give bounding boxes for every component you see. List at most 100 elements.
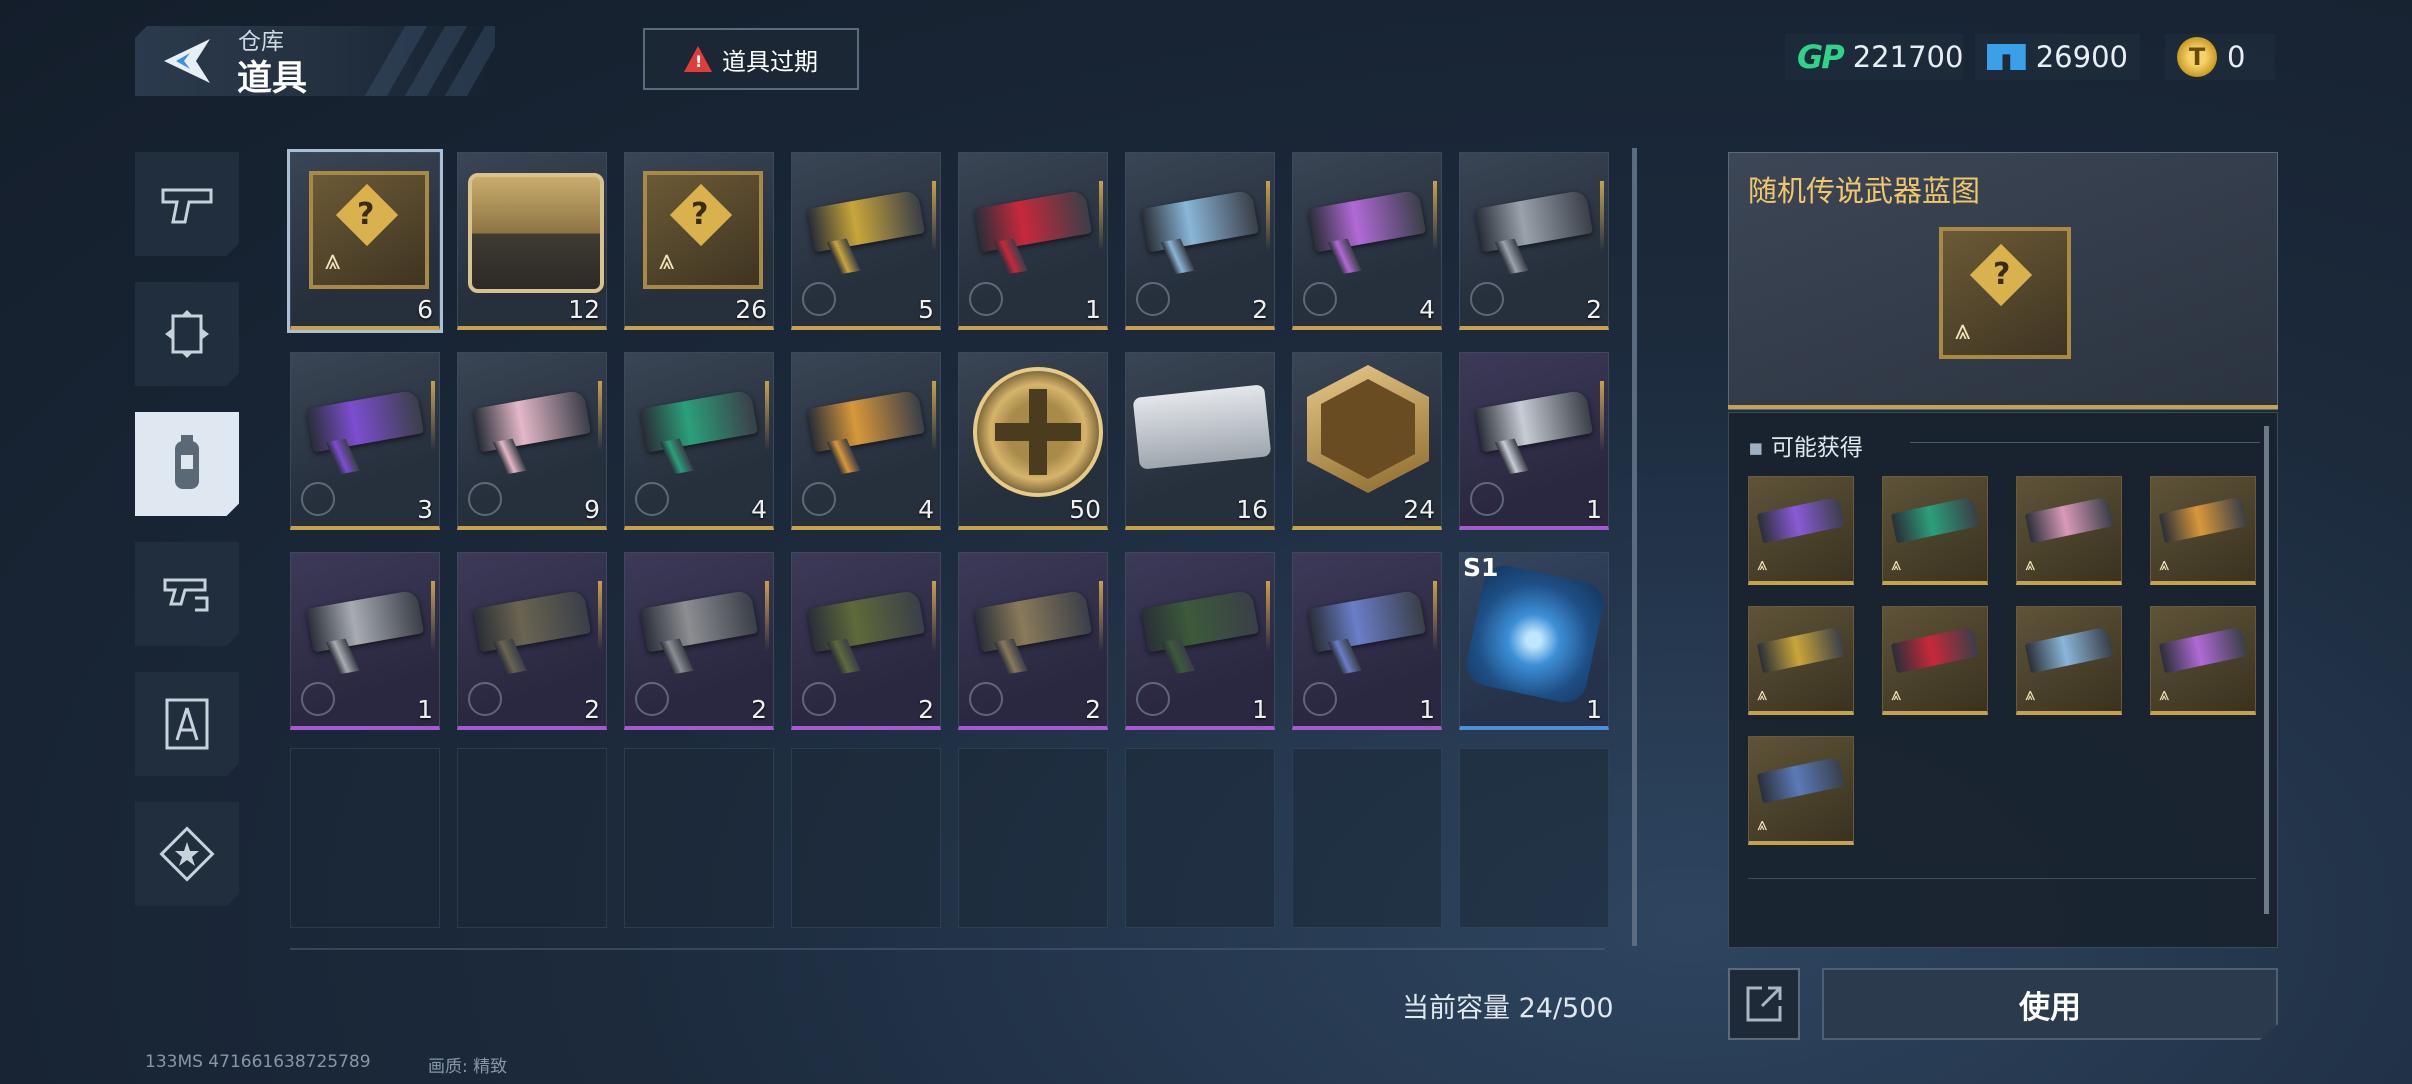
inventory-scrollbar[interactable] (1632, 148, 1637, 946)
sidebar-tab-scroll[interactable] (135, 282, 239, 386)
drops-scrollbar[interactable] (2264, 426, 2269, 914)
possible-drop-item[interactable]: ⩓ (2150, 476, 2256, 585)
inventory-item[interactable]: 24 (1292, 352, 1442, 530)
possible-drop-item[interactable]: ⩓ (1748, 476, 1854, 585)
inventory-item[interactable]: 1 (1125, 552, 1275, 730)
star-badge-icon (159, 826, 215, 882)
sidebar-tab-blueprint[interactable] (135, 672, 239, 776)
sidebar-tab-badge[interactable] (135, 802, 239, 906)
item-count: 1 (1085, 295, 1101, 324)
inventory-item[interactable]: 9 (457, 352, 607, 530)
possible-drop-item[interactable]: ⩓ (2016, 606, 2122, 715)
inventory-item[interactable]: 3 (290, 352, 440, 530)
inventory-item[interactable]: ? ⩓ 6 (287, 149, 443, 333)
rarity-corner (765, 581, 769, 651)
inventory-item[interactable]: 1 (1459, 352, 1609, 530)
compass-icon: ⩓ (1757, 814, 1768, 835)
timed-clock-icon (468, 682, 502, 716)
weapon-icon (1308, 189, 1426, 253)
inventory-item[interactable]: 1 (1292, 552, 1442, 730)
share-button[interactable] (1728, 968, 1800, 1040)
timed-clock-icon (1136, 282, 1170, 316)
timed-clock-icon (1470, 482, 1504, 516)
inventory-item[interactable]: 2 (958, 552, 1108, 730)
weapon-icon (1890, 626, 1980, 674)
detail-blueprint-image: ? ⩓ (1939, 227, 2071, 359)
timed-clock-icon (1470, 282, 1504, 316)
empty-slot (958, 748, 1108, 928)
weapon-icon (1890, 496, 1980, 544)
timed-clock-icon (1303, 682, 1337, 716)
item-count: 2 (584, 695, 600, 724)
item-count: 16 (1236, 495, 1268, 524)
possible-drops-header: ▪ 可能获得 (1748, 428, 1863, 462)
rarity-bar (1728, 405, 2278, 409)
rarity-corner (932, 181, 936, 251)
weapon-icon (2024, 496, 2114, 544)
rarity-corner (765, 381, 769, 451)
weapon-icon (473, 389, 591, 453)
inventory-item[interactable]: ? ⩓ 26 (624, 152, 774, 330)
weapon-icon (807, 189, 925, 253)
weapon-icon (974, 589, 1092, 653)
coin-currency[interactable]: T 0 (2165, 34, 2275, 80)
expired-items-label: 道具过期 (722, 47, 818, 76)
possible-drop-item[interactable]: ⩓ (2150, 606, 2256, 715)
compass-icon: ⩓ (1891, 684, 1902, 705)
weapon-icon (306, 589, 424, 653)
item-count: 2 (918, 695, 934, 724)
season-tag: S1 (1463, 553, 1499, 582)
inventory-item[interactable]: 2 (791, 552, 941, 730)
item-count: 5 (918, 295, 934, 324)
sidebar-tab-gun-swap[interactable] (135, 542, 239, 646)
timed-clock-icon (1303, 282, 1337, 316)
possible-drop-item[interactable]: ⩓ (1748, 736, 1854, 845)
timed-clock-icon (802, 482, 836, 516)
item-count: 1 (417, 695, 433, 724)
back-button[interactable] (150, 30, 222, 92)
inventory-item[interactable]: 4 (1292, 152, 1442, 330)
possible-drop-item[interactable]: ⩓ (1882, 476, 1988, 585)
inventory-item[interactable]: 12 (457, 152, 607, 330)
expired-items-button[interactable]: ! 道具过期 (643, 28, 859, 90)
gp-currency[interactable]: GP 221700 (1785, 34, 1963, 80)
rarity-corner (1266, 581, 1270, 651)
item-count: 4 (751, 495, 767, 524)
weapon-icon (640, 589, 758, 653)
inventory-item[interactable]: 5 (791, 152, 941, 330)
inventory-item[interactable]: 50 (958, 352, 1108, 530)
item-count: 1 (1419, 695, 1435, 724)
compass-blueprint-icon (165, 698, 209, 750)
item-count: 2 (751, 695, 767, 724)
possible-drop-item[interactable]: ⩓ (1882, 606, 1988, 715)
compass-icon: ⩓ (1891, 554, 1902, 575)
inventory-item[interactable]: 2 (624, 552, 774, 730)
empty-slot (1459, 748, 1609, 928)
inventory-item[interactable]: 4 (791, 352, 941, 530)
inventory-item[interactable]: 2 (457, 552, 607, 730)
inventory-item[interactable]: 4 (624, 352, 774, 530)
inventory-item[interactable]: S1 1 (1459, 552, 1609, 730)
weapon-icon (1308, 589, 1426, 653)
inventory-item[interactable]: 2 (1459, 152, 1609, 330)
possible-drop-item[interactable]: ⩓ (1748, 606, 1854, 715)
ticket-currency[interactable]: 26900 (1975, 34, 2140, 80)
ping-and-user-id: 133MS 471661638725789 (145, 1052, 371, 1072)
inventory-item[interactable]: 16 (1125, 352, 1275, 530)
item-count: 50 (1069, 495, 1101, 524)
rarity-corner (932, 381, 936, 451)
inventory-item[interactable]: 2 (1125, 152, 1275, 330)
weapon-icon (1756, 496, 1846, 544)
sidebar-tab-consumables[interactable] (135, 412, 239, 516)
sidebar-tab-pistol[interactable] (135, 152, 239, 256)
compass-icon: ⩓ (1955, 313, 1971, 346)
item-count: 9 (584, 495, 600, 524)
inventory-item[interactable]: 1 (958, 152, 1108, 330)
inventory-item[interactable]: 1 (290, 552, 440, 730)
weapon-icon (807, 389, 925, 453)
timed-clock-icon (802, 682, 836, 716)
possible-drop-item[interactable]: ⩓ (2016, 476, 2122, 585)
use-button[interactable]: 使用 (1822, 968, 2278, 1040)
rarity-corner (1099, 581, 1103, 651)
blueprint-icon: ? ⩓ (643, 171, 763, 289)
